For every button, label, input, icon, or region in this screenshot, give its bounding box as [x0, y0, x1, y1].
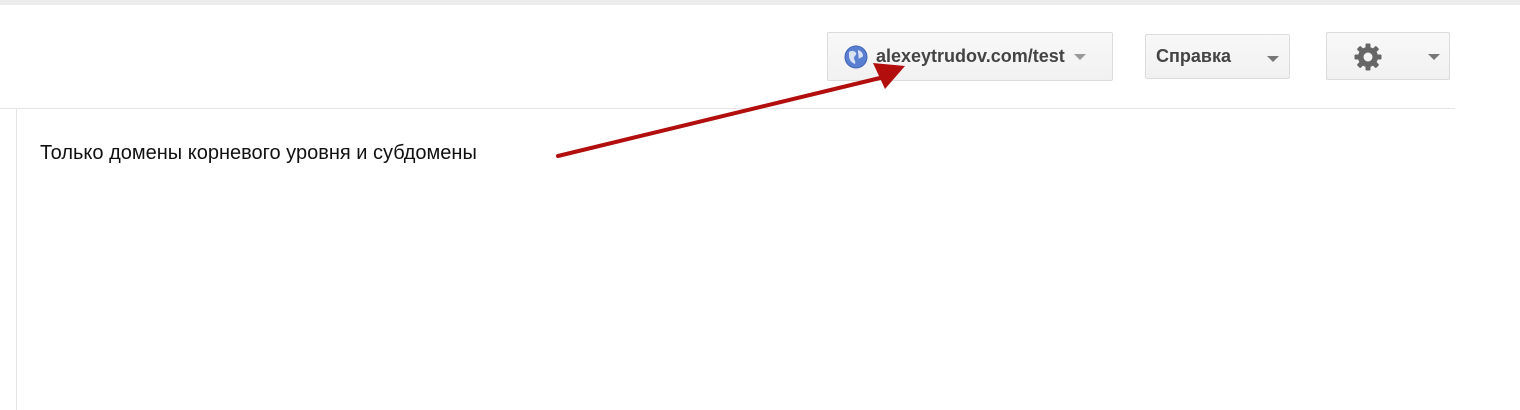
- chevron-down-icon: [1267, 56, 1279, 62]
- help-menu-button[interactable]: Справка: [1145, 34, 1290, 79]
- settings-button[interactable]: [1326, 32, 1450, 80]
- chevron-down-icon: [1428, 54, 1440, 60]
- globe-icon: [844, 45, 868, 68]
- annotation-text: Только домены корневого уровня и субдоме…: [40, 142, 477, 164]
- help-label: Справка: [1156, 46, 1231, 66]
- content-left-border: [16, 109, 17, 410]
- site-selector-button[interactable]: alexeytrudov.com/test: [827, 32, 1113, 81]
- chevron-down-icon: [1073, 53, 1086, 60]
- gear-icon: [1354, 43, 1382, 71]
- site-selector-label: alexeytrudov.com/test: [876, 46, 1065, 66]
